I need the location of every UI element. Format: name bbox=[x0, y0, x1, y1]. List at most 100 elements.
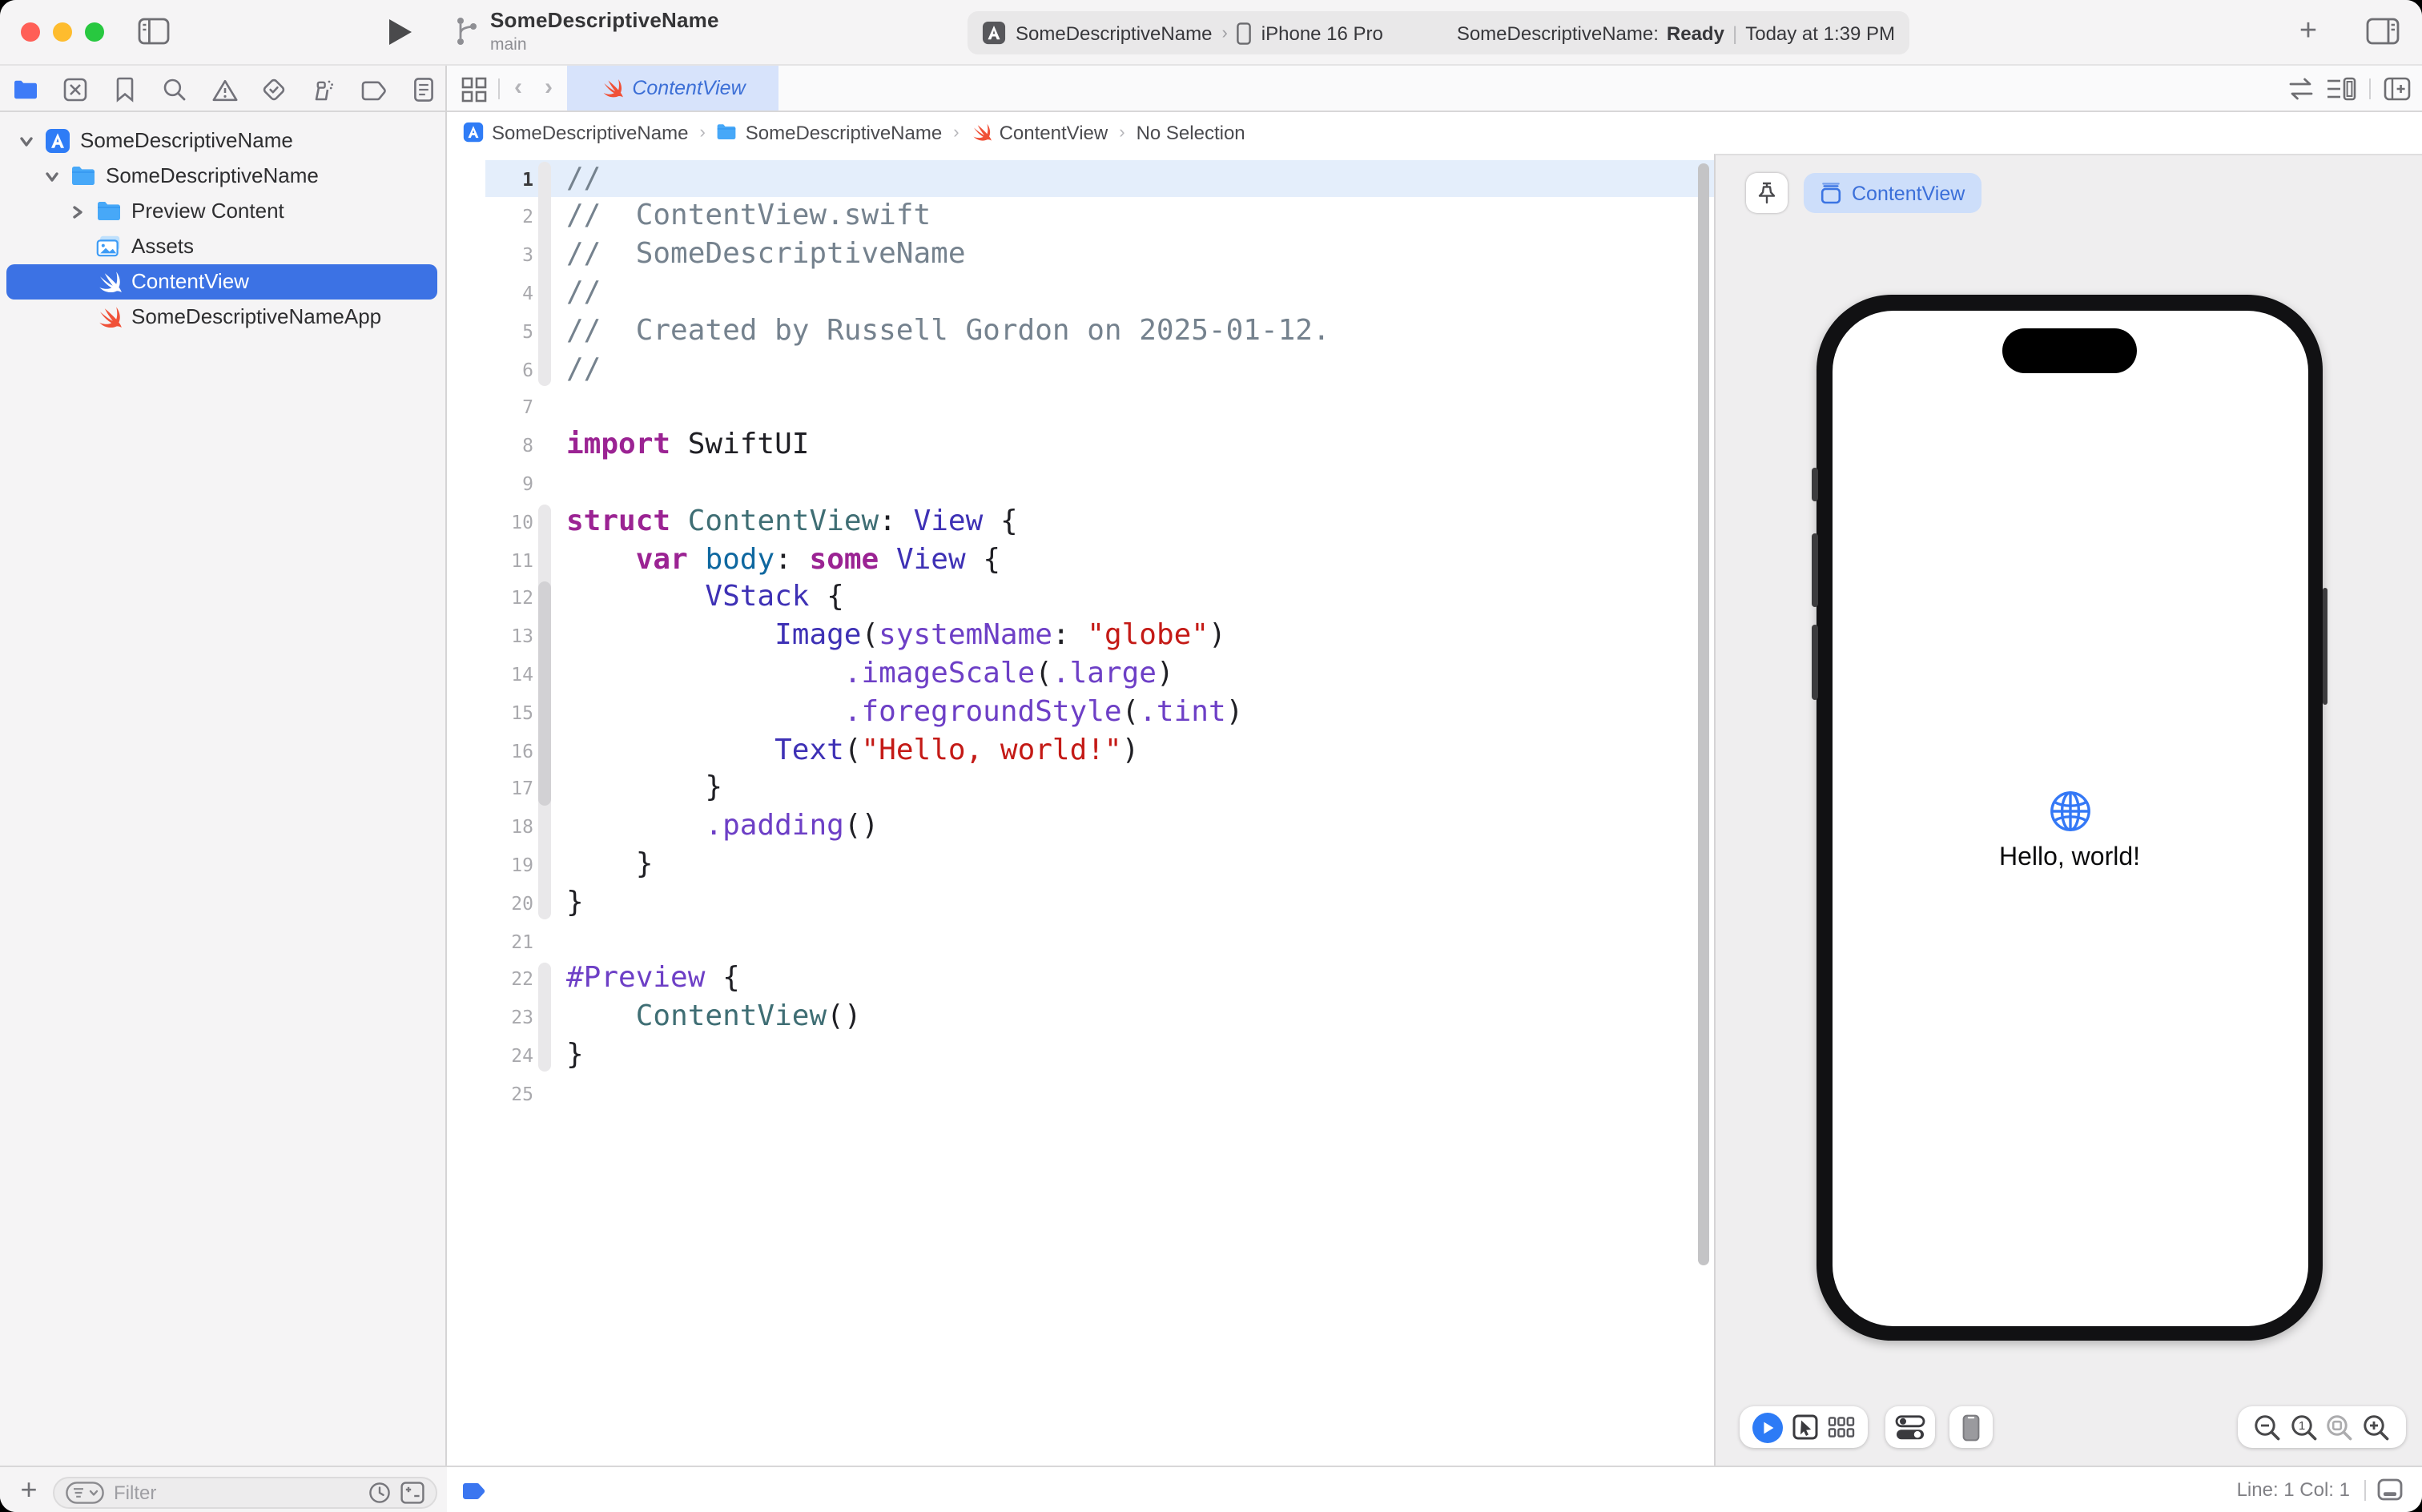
sidebar-item-somedescriptivename[interactable]: SomeDescriptiveName bbox=[0, 158, 445, 193]
volume-down-button bbox=[1812, 625, 1817, 700]
code-line-4[interactable]: 4// bbox=[447, 274, 1714, 312]
sidebar-item-preview content[interactable]: Preview Content bbox=[0, 193, 445, 228]
status-state: Ready bbox=[1667, 22, 1724, 44]
sidebar-item-label: SomeDescriptiveName bbox=[80, 128, 293, 152]
code-line-20[interactable]: 20} bbox=[447, 884, 1714, 923]
editor-grid-icon[interactable] bbox=[460, 75, 489, 104]
editor-layout-icon[interactable] bbox=[2377, 1478, 2403, 1501]
code-line-17[interactable]: 17 } bbox=[447, 770, 1714, 808]
scm-status-filter-icon[interactable] bbox=[400, 1482, 424, 1504]
tab-contentview[interactable]: ContentView bbox=[567, 66, 778, 111]
zoom-fit-button[interactable] bbox=[2327, 1413, 2354, 1441]
code-line-6[interactable]: 6// bbox=[447, 350, 1714, 388]
reports-navigator-icon[interactable] bbox=[408, 75, 437, 104]
status-separator: | bbox=[1732, 22, 1737, 44]
filter-field[interactable]: Filter bbox=[53, 1477, 437, 1509]
swap-editor-icon[interactable] bbox=[2286, 77, 2316, 101]
code-line-9[interactable]: 9 bbox=[447, 464, 1714, 503]
sidebar-item-label: SomeDescriptiveName bbox=[106, 163, 319, 187]
code-line-16[interactable]: 16 Text("Hello, world!") bbox=[447, 731, 1714, 770]
breadcrumb-item[interactable]: ContentView bbox=[971, 122, 1108, 144]
code-line-10[interactable]: 10struct ContentView: View { bbox=[447, 503, 1714, 541]
device-settings-button[interactable] bbox=[1885, 1406, 1935, 1448]
disclosure-open-icon[interactable] bbox=[19, 134, 34, 148]
line-col-indicator: Line: 1 Col: 1 bbox=[2237, 1478, 2350, 1501]
code-line-23[interactable]: 23 ContentView() bbox=[447, 998, 1714, 1036]
add-editor-icon[interactable] bbox=[2384, 77, 2411, 101]
code-line-12[interactable]: 12 VStack { bbox=[447, 579, 1714, 617]
sidebar-item-somedescriptivename[interactable]: SomeDescriptiveName bbox=[0, 123, 445, 158]
sidebar-item-label: Preview Content bbox=[131, 199, 284, 223]
select-mode-button[interactable] bbox=[1792, 1414, 1818, 1440]
device-preview-button[interactable] bbox=[1949, 1406, 1993, 1448]
zoom-out-button[interactable] bbox=[2254, 1413, 2281, 1441]
destination-device-icon bbox=[1237, 22, 1252, 44]
dynamic-island bbox=[2002, 328, 2137, 372]
code-line-11[interactable]: 11 var body: some View { bbox=[447, 541, 1714, 579]
code-line-15[interactable]: 15 .foregroundStyle(.tint) bbox=[447, 694, 1714, 732]
code-line-3[interactable]: 3// SomeDescriptiveName bbox=[447, 235, 1714, 274]
code-line-14[interactable]: 14 .imageScale(.large) bbox=[447, 655, 1714, 694]
activity-status-bar[interactable]: SomeDescriptiveName › iPhone 16 Pro Some… bbox=[968, 11, 1909, 54]
pin-icon bbox=[1756, 181, 1778, 205]
iphone-preview-device[interactable]: Hello, world! bbox=[1816, 295, 2323, 1341]
code-line-1[interactable]: 1// bbox=[447, 159, 1714, 198]
run-destination[interactable]: iPhone 16 Pro bbox=[1261, 22, 1383, 44]
sidebar-item-contentview[interactable]: ContentView bbox=[0, 263, 445, 299]
toggle-navigator-icon[interactable] bbox=[138, 18, 170, 45]
zoom-100-button[interactable]: 1 bbox=[2290, 1413, 2317, 1441]
add-file-button[interactable]: + bbox=[13, 1470, 45, 1509]
code-line-24[interactable]: 24} bbox=[447, 1036, 1714, 1075]
editor-scrollbar[interactable] bbox=[1698, 163, 1709, 1265]
code-line-8[interactable]: 8import SwiftUI bbox=[447, 426, 1714, 464]
run-button[interactable] bbox=[389, 19, 412, 45]
fullscreen-button[interactable] bbox=[85, 22, 104, 42]
bookmarks-navigator-icon[interactable] bbox=[111, 75, 139, 104]
side-button bbox=[2322, 588, 2327, 705]
go-forward-icon[interactable]: › bbox=[545, 74, 553, 101]
code-line-25[interactable]: 25 bbox=[447, 1075, 1714, 1113]
breadcrumb-item[interactable]: No Selection bbox=[1137, 122, 1245, 144]
sidebar-item-assets[interactable]: Assets bbox=[0, 228, 445, 263]
disclosure-open-icon[interactable] bbox=[45, 169, 59, 183]
minimize-button[interactable] bbox=[53, 22, 72, 42]
pin-preview-button[interactable] bbox=[1746, 173, 1788, 213]
editor-options-icon[interactable] bbox=[2326, 77, 2356, 101]
code-line-2[interactable]: 2// ContentView.swift bbox=[447, 198, 1714, 236]
variants-mode-button[interactable] bbox=[1828, 1414, 1855, 1440]
status-project: SomeDescriptiveName: bbox=[1457, 22, 1659, 44]
recent-files-clock-icon[interactable] bbox=[368, 1482, 391, 1504]
zoom-in-button[interactable] bbox=[2363, 1413, 2390, 1441]
toggle-inspector-icon[interactable] bbox=[2366, 18, 2400, 45]
find-navigator-icon[interactable] bbox=[160, 75, 189, 104]
source-control-navigator-icon[interactable] bbox=[61, 75, 90, 104]
code-line-21[interactable]: 21 bbox=[447, 922, 1714, 960]
breakpoints-navigator-icon[interactable] bbox=[359, 75, 388, 104]
code-line-13[interactable]: 13 Image(systemName: "globe") bbox=[447, 617, 1714, 655]
debug-navigator-icon[interactable] bbox=[309, 75, 338, 104]
volume-up-button bbox=[1812, 533, 1817, 607]
close-button[interactable] bbox=[21, 22, 40, 42]
swift-icon bbox=[600, 78, 622, 100]
breakpoints-toggle[interactable] bbox=[461, 1482, 487, 1501]
sidebar-item-somedescriptivenameapp[interactable]: SomeDescriptiveNameApp bbox=[0, 299, 445, 334]
preview-screen[interactable]: Hello, world! bbox=[1832, 310, 2307, 1325]
issues-navigator-icon[interactable] bbox=[210, 75, 239, 104]
breadcrumb-item[interactable]: SomeDescriptiveName bbox=[717, 122, 942, 144]
code-line-19[interactable]: 19 } bbox=[447, 846, 1714, 884]
tests-navigator-icon[interactable] bbox=[260, 75, 288, 104]
swift-icon bbox=[96, 268, 122, 294]
library-add-button[interactable]: + bbox=[2291, 13, 2326, 51]
breadcrumb-item[interactable]: SomeDescriptiveName bbox=[463, 122, 688, 144]
code-line-18[interactable]: 18 .padding() bbox=[447, 807, 1714, 846]
source-editor[interactable]: 1//2// ContentView.swift3// SomeDescript… bbox=[447, 154, 1714, 1466]
preview-tab-chip[interactable]: ContentView bbox=[1804, 173, 1981, 213]
go-back-icon[interactable]: ‹ bbox=[514, 74, 522, 101]
project-navigator-icon[interactable] bbox=[11, 75, 40, 104]
code-line-5[interactable]: 5// Created by Russell Gordon on 2025-01… bbox=[447, 312, 1714, 351]
code-line-7[interactable]: 7 bbox=[447, 388, 1714, 427]
scheme-name[interactable]: SomeDescriptiveName bbox=[1016, 22, 1212, 44]
disclosure-closed-icon[interactable] bbox=[70, 204, 85, 219]
code-line-22[interactable]: 22#Preview { bbox=[447, 960, 1714, 999]
live-preview-play-button[interactable] bbox=[1752, 1412, 1783, 1442]
